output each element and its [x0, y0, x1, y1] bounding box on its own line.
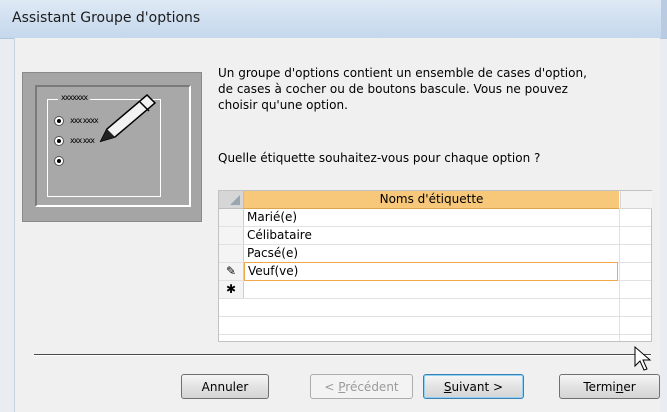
grid-row-active[interactable]: ✎ Veuf(ve) — [219, 262, 651, 281]
grid-row[interactable]: Pacsé(e) — [219, 245, 651, 263]
finish-button-label-start: Termi — [583, 380, 616, 394]
edit-pencil-icon[interactable]: ✎ — [219, 263, 244, 280]
next-button-accesskey: S — [443, 380, 452, 394]
illustration-radio-icon — [54, 136, 64, 146]
title-bar: Assistant Groupe d'options — [0, 0, 667, 39]
button-separator — [34, 354, 651, 356]
grid-row-empty — [219, 299, 651, 317]
label-cell[interactable] — [244, 281, 619, 298]
illustration-group-label: xxxxxxx — [58, 93, 91, 102]
mouse-cursor-icon — [634, 346, 652, 371]
next-button[interactable]: Suivant > — [423, 374, 524, 399]
grid-row[interactable]: Marié(e) — [219, 209, 651, 227]
illustration-option-label: xxx xxxx — [70, 116, 99, 125]
wizard-description: Un groupe d'options contient un ensemble… — [218, 65, 648, 113]
label-question: Quelle étiquette souhaitez-vous pour cha… — [218, 151, 541, 165]
illustration-radio-icon — [54, 116, 64, 126]
label-cell[interactable]: Célibataire — [244, 227, 619, 244]
option-group-illustration: xxxxxxx xxx xxxx xxx xxx — [22, 72, 202, 222]
description-line: de cases à cocher ou de boutons bascule.… — [218, 82, 568, 96]
label-names-grid[interactable]: Noms d'étiquette Marié(e) Célibataire Pa… — [218, 190, 652, 342]
finish-button[interactable]: Terminer — [559, 374, 660, 399]
row-selector[interactable] — [219, 209, 244, 226]
next-button-label: uivant > — [451, 380, 504, 394]
description-line: choisir qu'une option. — [218, 98, 348, 112]
cancel-button[interactable]: Annuler — [181, 374, 269, 399]
label-cell[interactable]: Marié(e) — [244, 209, 619, 226]
illustration-option-label: xxx xxx — [70, 136, 95, 145]
header-filler — [620, 191, 652, 209]
previous-button[interactable]: < Précédent — [310, 374, 413, 399]
finish-button-label-end: er — [623, 380, 636, 394]
grid-row-empty — [219, 317, 651, 335]
pencil-icon — [99, 93, 157, 143]
label-cell[interactable]: Pacsé(e) — [244, 245, 619, 262]
illustration-frame: xxxxxxx xxx xxxx xxx xxx — [35, 85, 191, 207]
column-header-label-names[interactable]: Noms d'étiquette — [244, 191, 619, 209]
title-bar-edge — [661, 0, 667, 38]
previous-button-label: récédent — [345, 380, 399, 394]
previous-button-prefix: < — [324, 380, 339, 394]
label-cell[interactable]: Veuf(ve) — [244, 262, 618, 281]
cancel-button-label: Annuler — [201, 380, 249, 394]
grid-row[interactable]: Célibataire — [219, 227, 651, 245]
row-selector[interactable] — [219, 227, 244, 244]
illustration-radio-icon — [54, 156, 64, 166]
grid-row-new[interactable]: ✱ — [219, 281, 651, 299]
description-line: Un groupe d'options contient un ensemble… — [218, 66, 587, 80]
row-selector[interactable] — [219, 245, 244, 262]
select-all-corner[interactable] — [219, 191, 244, 209]
window-title: Assistant Groupe d'options — [12, 10, 201, 26]
new-row-asterisk-icon[interactable]: ✱ — [219, 281, 244, 298]
